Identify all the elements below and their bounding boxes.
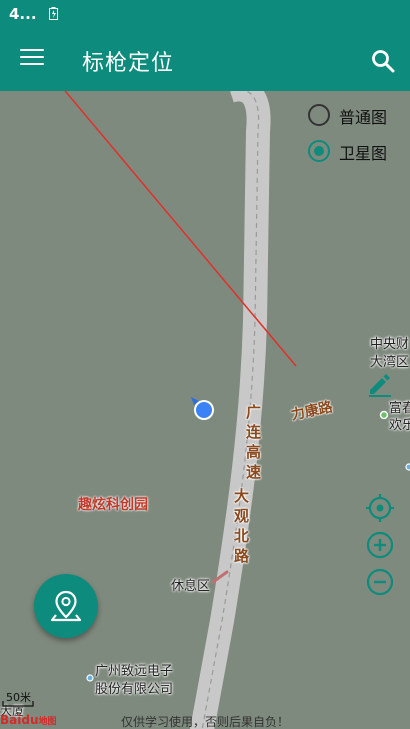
poi-dot (86, 674, 94, 682)
map-scale-bar (2, 701, 34, 707)
map-label-poi: 广州致远电子 (95, 664, 174, 679)
poi-dot (379, 410, 389, 420)
map-label-poi: 股份有限公司 (95, 682, 174, 697)
menu-icon[interactable] (20, 49, 44, 71)
disclaimer-text: 仅供学习使用，否则后果自负！ (120, 715, 289, 729)
locate-icon[interactable] (366, 494, 394, 522)
radio-checked-icon (308, 140, 330, 162)
battery-icon (49, 7, 58, 20)
map-label-poi: 休息区 (171, 579, 211, 594)
location-icon (191, 397, 214, 420)
search-icon[interactable] (370, 48, 396, 74)
edit-icon[interactable] (366, 370, 394, 398)
status-bar: 4... (0, 0, 410, 28)
zoom-in-icon[interactable] (366, 531, 394, 559)
location-fab-button[interactable] (34, 574, 98, 638)
page-title: 标枪定位 (82, 51, 175, 76)
map-label-road: 大观北路 (234, 487, 250, 565)
map-label-poi: 大湾区 (370, 355, 410, 370)
map-pin-icon (50, 590, 82, 622)
map-type-satellite-radio[interactable]: 卫星图 (308, 139, 408, 165)
poi-dot (405, 463, 410, 471)
map-label-poi: 欢乐 (389, 418, 410, 433)
map-view[interactable]: 广连高速 大观北路 力康路 趣炫科创园 休息区 广州致远电子 股份有限公司 中央… (0, 91, 410, 729)
zoom-out-icon[interactable] (366, 568, 394, 596)
map-label-poi: 趣炫科创园 (78, 497, 148, 513)
signal-text: 4... (9, 5, 37, 23)
radio-unchecked-icon (308, 104, 330, 126)
app-bar: 标枪定位 (0, 28, 410, 91)
radio-label: 普通图 (339, 108, 388, 127)
radio-label: 卫星图 (339, 144, 388, 163)
map-label-poi: 中央财 (370, 337, 410, 352)
map-label-highway: 广连高速 (246, 403, 262, 481)
map-type-normal-radio[interactable]: 普通图 (308, 103, 408, 129)
